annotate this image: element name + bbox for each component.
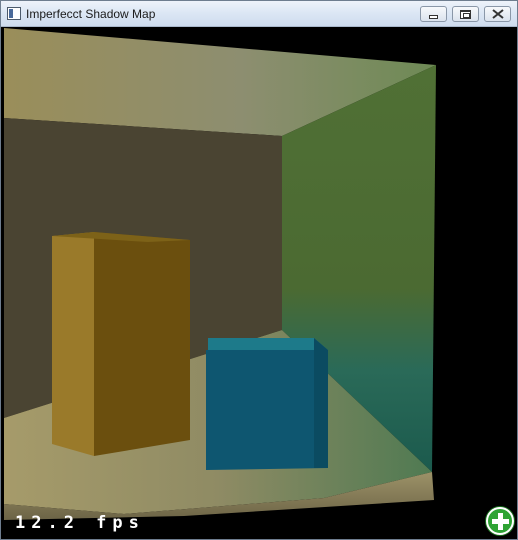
plus-icon[interactable] bbox=[486, 507, 514, 535]
cube-top bbox=[208, 338, 328, 352]
minimize-icon bbox=[429, 14, 438, 19]
title-bar[interactable]: Imperfecct Shadow Map bbox=[1, 1, 517, 27]
app-window-icon[interactable] bbox=[7, 7, 21, 20]
render-viewport[interactable] bbox=[4, 28, 516, 538]
window-title: Imperfecct Shadow Map bbox=[26, 7, 156, 21]
maximize-button[interactable] bbox=[452, 6, 479, 22]
maximize-icon bbox=[460, 9, 471, 19]
cube-front bbox=[206, 350, 328, 470]
close-icon bbox=[491, 9, 504, 19]
close-button[interactable] bbox=[484, 6, 511, 22]
tall-box-side bbox=[94, 232, 190, 456]
app-window: Imperfecct Shadow Map 12.2 fps bbox=[0, 0, 518, 540]
fps-counter: 12.2 fps bbox=[15, 513, 145, 533]
cube-shadow-edge bbox=[314, 338, 328, 468]
scene-canvas bbox=[4, 28, 436, 520]
tall-box-front bbox=[52, 232, 94, 456]
minimize-button[interactable] bbox=[420, 6, 447, 22]
